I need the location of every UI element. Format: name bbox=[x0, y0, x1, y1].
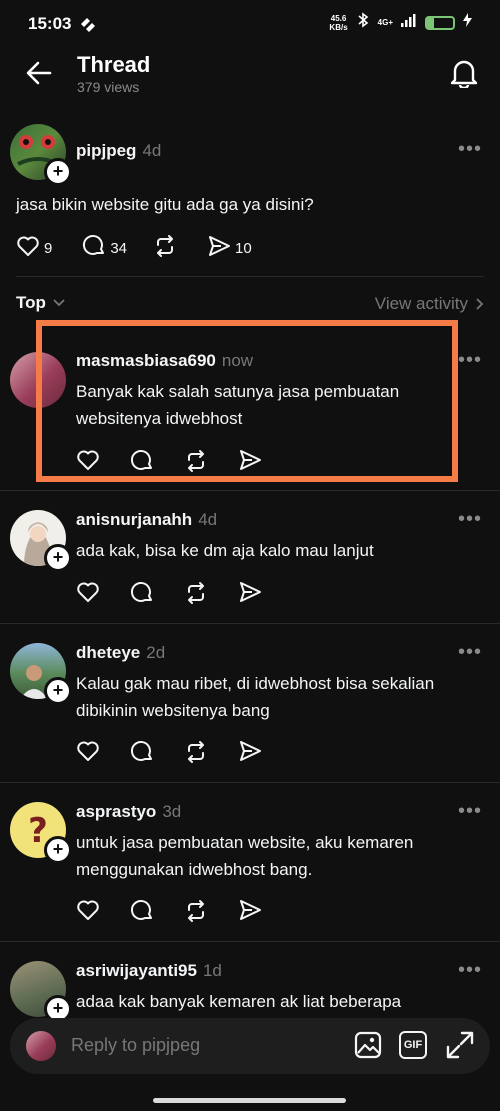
reply-input[interactable]: Reply to pipjpeg bbox=[71, 1035, 200, 1056]
gif-button[interactable]: GIF bbox=[399, 1031, 427, 1059]
bluetooth-icon bbox=[356, 12, 370, 33]
sort-label: Top bbox=[16, 293, 46, 312]
share-icon[interactable] bbox=[207, 235, 231, 262]
divider bbox=[0, 941, 500, 942]
reply-text: untuk jasa pembuatan website, aku kemare… bbox=[76, 833, 414, 879]
reply-text: ada kak, bisa ke dm aja kalo mau lanjut bbox=[76, 541, 374, 560]
chevron-down-icon bbox=[52, 294, 66, 312]
sort-dropdown[interactable]: Top bbox=[16, 293, 66, 313]
username[interactable]: dheteye bbox=[76, 643, 140, 662]
username[interactable]: asriwijayanti95 bbox=[76, 961, 197, 980]
post-text: jasa bikin website gitu ada ga ya disini… bbox=[16, 195, 314, 214]
comment-icon[interactable] bbox=[130, 581, 154, 610]
share-icon[interactable] bbox=[238, 899, 262, 928]
share-icon[interactable] bbox=[238, 581, 262, 610]
reply-actions bbox=[76, 581, 262, 610]
timestamp: 1d bbox=[202, 961, 222, 980]
reply-header: anisnurjanahh 4d bbox=[76, 510, 217, 530]
more-options-icon[interactable]: ••• bbox=[458, 349, 482, 372]
reply-header: dheteye 2d bbox=[76, 643, 165, 663]
timestamp: 3d bbox=[162, 802, 182, 821]
reply-header: asprastyo 3d bbox=[76, 802, 181, 822]
more-options-icon[interactable]: ••• bbox=[458, 138, 482, 161]
username[interactable]: pipjpeg bbox=[76, 141, 136, 160]
like-icon[interactable] bbox=[16, 235, 40, 262]
comment-icon[interactable] bbox=[130, 899, 154, 928]
follow-plus-icon[interactable]: + bbox=[44, 836, 72, 864]
app-notification-icon bbox=[78, 16, 98, 37]
share-icon[interactable] bbox=[238, 740, 262, 769]
battery-level: 25 bbox=[434, 17, 446, 28]
timestamp: 4d bbox=[198, 510, 218, 529]
status-indicators: 45.6 KB/s 4G+ 25 bbox=[329, 12, 472, 33]
notification-bell-icon[interactable] bbox=[450, 58, 478, 93]
timestamp: 4d bbox=[142, 141, 162, 160]
back-button[interactable] bbox=[26, 60, 52, 91]
view-count: 379 views bbox=[77, 79, 140, 95]
repost-icon[interactable] bbox=[184, 899, 208, 928]
home-indicator[interactable] bbox=[153, 1098, 346, 1103]
status-time: 15:03 bbox=[28, 14, 72, 33]
comment-icon[interactable] bbox=[130, 740, 154, 769]
post-actions: 9 34 10 bbox=[16, 234, 252, 263]
battery-icon: 25 bbox=[425, 15, 455, 30]
reply-actions bbox=[76, 899, 262, 928]
post-header: pipjpeg 4d bbox=[76, 141, 161, 161]
username[interactable]: anisnurjanahh bbox=[76, 510, 192, 529]
comment-count: 34 bbox=[110, 240, 128, 257]
follow-plus-icon[interactable]: + bbox=[44, 544, 72, 572]
follow-plus-icon[interactable]: + bbox=[44, 158, 72, 186]
reply-text: Kalau gak mau ribet, di idwebhost bisa s… bbox=[76, 674, 435, 720]
like-icon[interactable] bbox=[76, 899, 100, 928]
repost-icon[interactable] bbox=[184, 740, 208, 769]
highlight-box bbox=[36, 320, 458, 482]
image-icon[interactable] bbox=[354, 1031, 382, 1064]
view-activity-link[interactable]: View activity bbox=[375, 294, 484, 314]
repost-icon[interactable] bbox=[184, 581, 208, 610]
divider bbox=[0, 490, 500, 491]
share-count: 10 bbox=[235, 240, 252, 257]
like-icon[interactable] bbox=[76, 740, 100, 769]
signal-icon bbox=[401, 13, 417, 32]
more-options-icon[interactable]: ••• bbox=[458, 641, 482, 664]
page-title: Thread bbox=[77, 52, 151, 77]
divider bbox=[0, 782, 500, 783]
avatar bbox=[26, 1031, 56, 1061]
divider bbox=[16, 276, 484, 277]
comment-icon[interactable] bbox=[82, 234, 106, 263]
follow-plus-icon[interactable]: + bbox=[44, 677, 72, 705]
like-count: 9 bbox=[44, 240, 53, 257]
more-options-icon[interactable]: ••• bbox=[458, 959, 482, 982]
expand-icon[interactable] bbox=[446, 1031, 474, 1064]
reply-actions bbox=[76, 740, 262, 769]
reply-header: asriwijayanti95 1d bbox=[76, 961, 222, 981]
more-options-icon[interactable]: ••• bbox=[458, 800, 482, 823]
divider bbox=[0, 623, 500, 624]
timestamp: 2d bbox=[146, 643, 166, 662]
more-options-icon[interactable]: ••• bbox=[458, 508, 482, 531]
like-icon[interactable] bbox=[76, 581, 100, 610]
reply-text: adaa kak banyak kemaren ak liat beberapa bbox=[76, 992, 402, 1011]
net-speed: 45.6 KB/s bbox=[329, 13, 348, 32]
repost-icon[interactable] bbox=[153, 234, 177, 263]
charging-icon bbox=[463, 13, 472, 32]
username[interactable]: asprastyo bbox=[76, 802, 156, 821]
network-type: 4G+ bbox=[377, 18, 393, 27]
